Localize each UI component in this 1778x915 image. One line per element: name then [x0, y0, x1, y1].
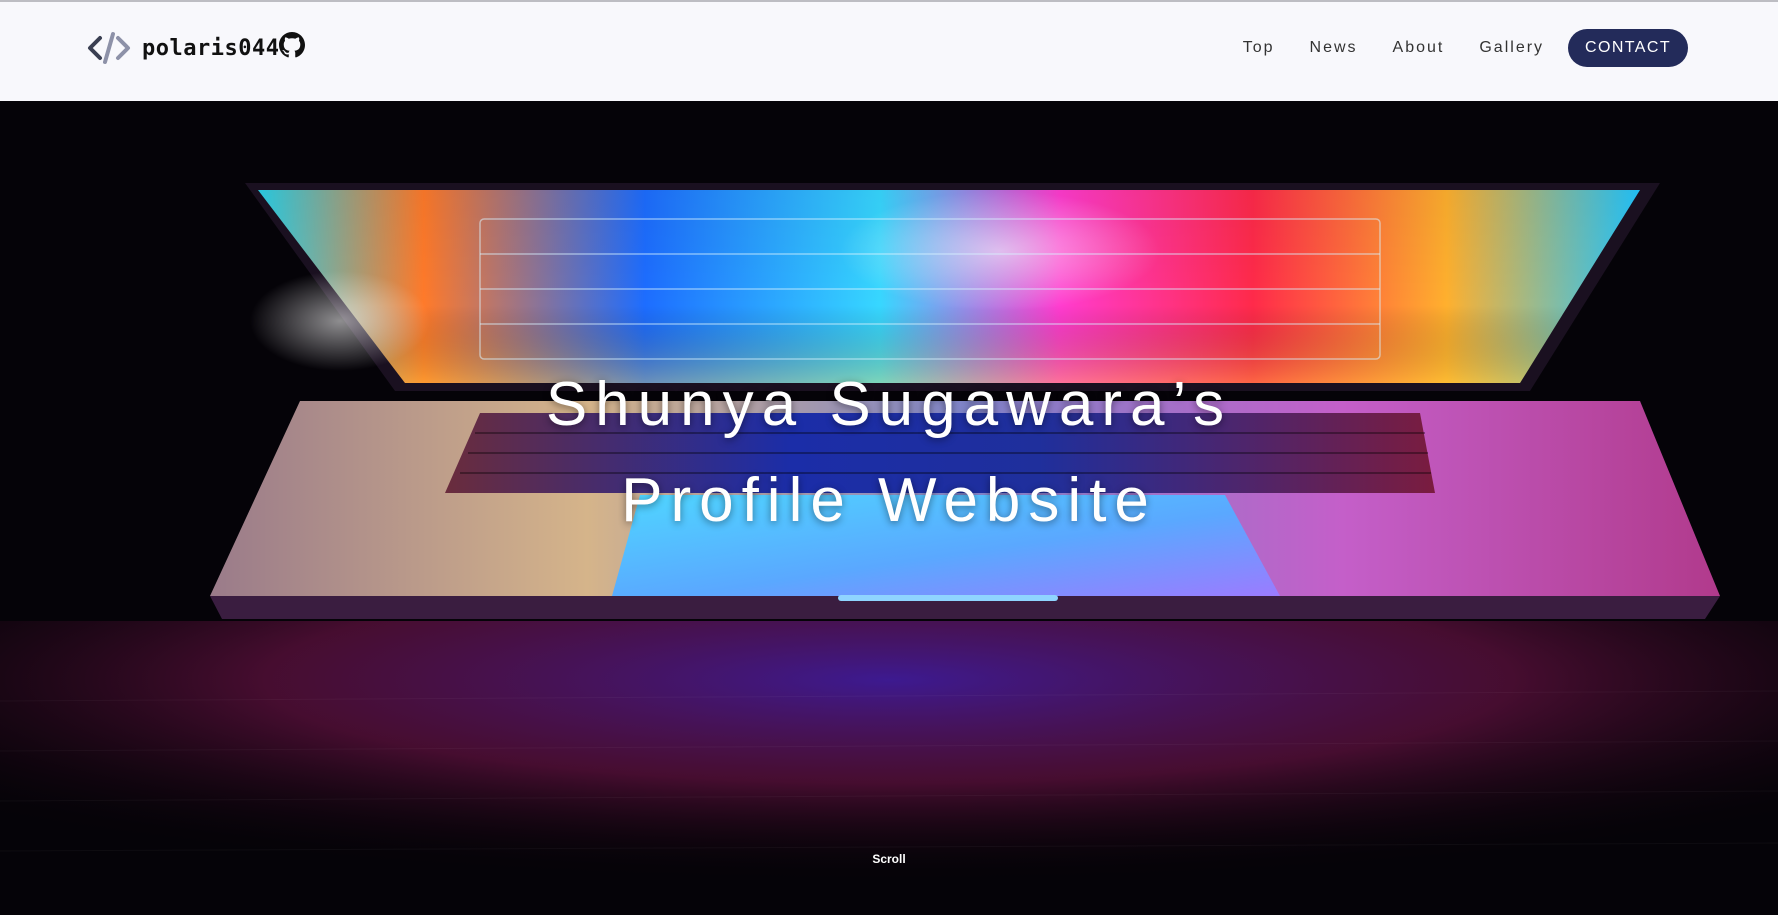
- nav-link-news[interactable]: News: [1310, 39, 1358, 57]
- site-logo-link[interactable]: polaris044: [86, 30, 279, 66]
- contact-button[interactable]: CONTACT: [1568, 29, 1688, 67]
- hero-title-line1: Shunya Sugawara’s: [545, 370, 1233, 439]
- github-icon[interactable]: [279, 32, 305, 58]
- nav-link-top[interactable]: Top: [1243, 39, 1275, 57]
- nav-link-about[interactable]: About: [1393, 39, 1445, 57]
- main-nav: Top News About Gallery CONTACT: [1243, 29, 1688, 67]
- code-brackets-icon: [86, 31, 132, 65]
- hero-title-line2: Profile Website: [621, 466, 1157, 535]
- hero-section: Shunya Sugawara’s Profile Website Scroll: [0, 101, 1778, 915]
- nav-link-gallery[interactable]: Gallery: [1479, 39, 1544, 57]
- site-logo-text: polaris044: [142, 35, 280, 61]
- page: polaris044 Top News About Gallery CONTAC…: [0, 0, 1778, 915]
- site-header: polaris044 Top News About Gallery CONTAC…: [0, 0, 1778, 101]
- scroll-indicator[interactable]: Scroll: [0, 852, 1778, 866]
